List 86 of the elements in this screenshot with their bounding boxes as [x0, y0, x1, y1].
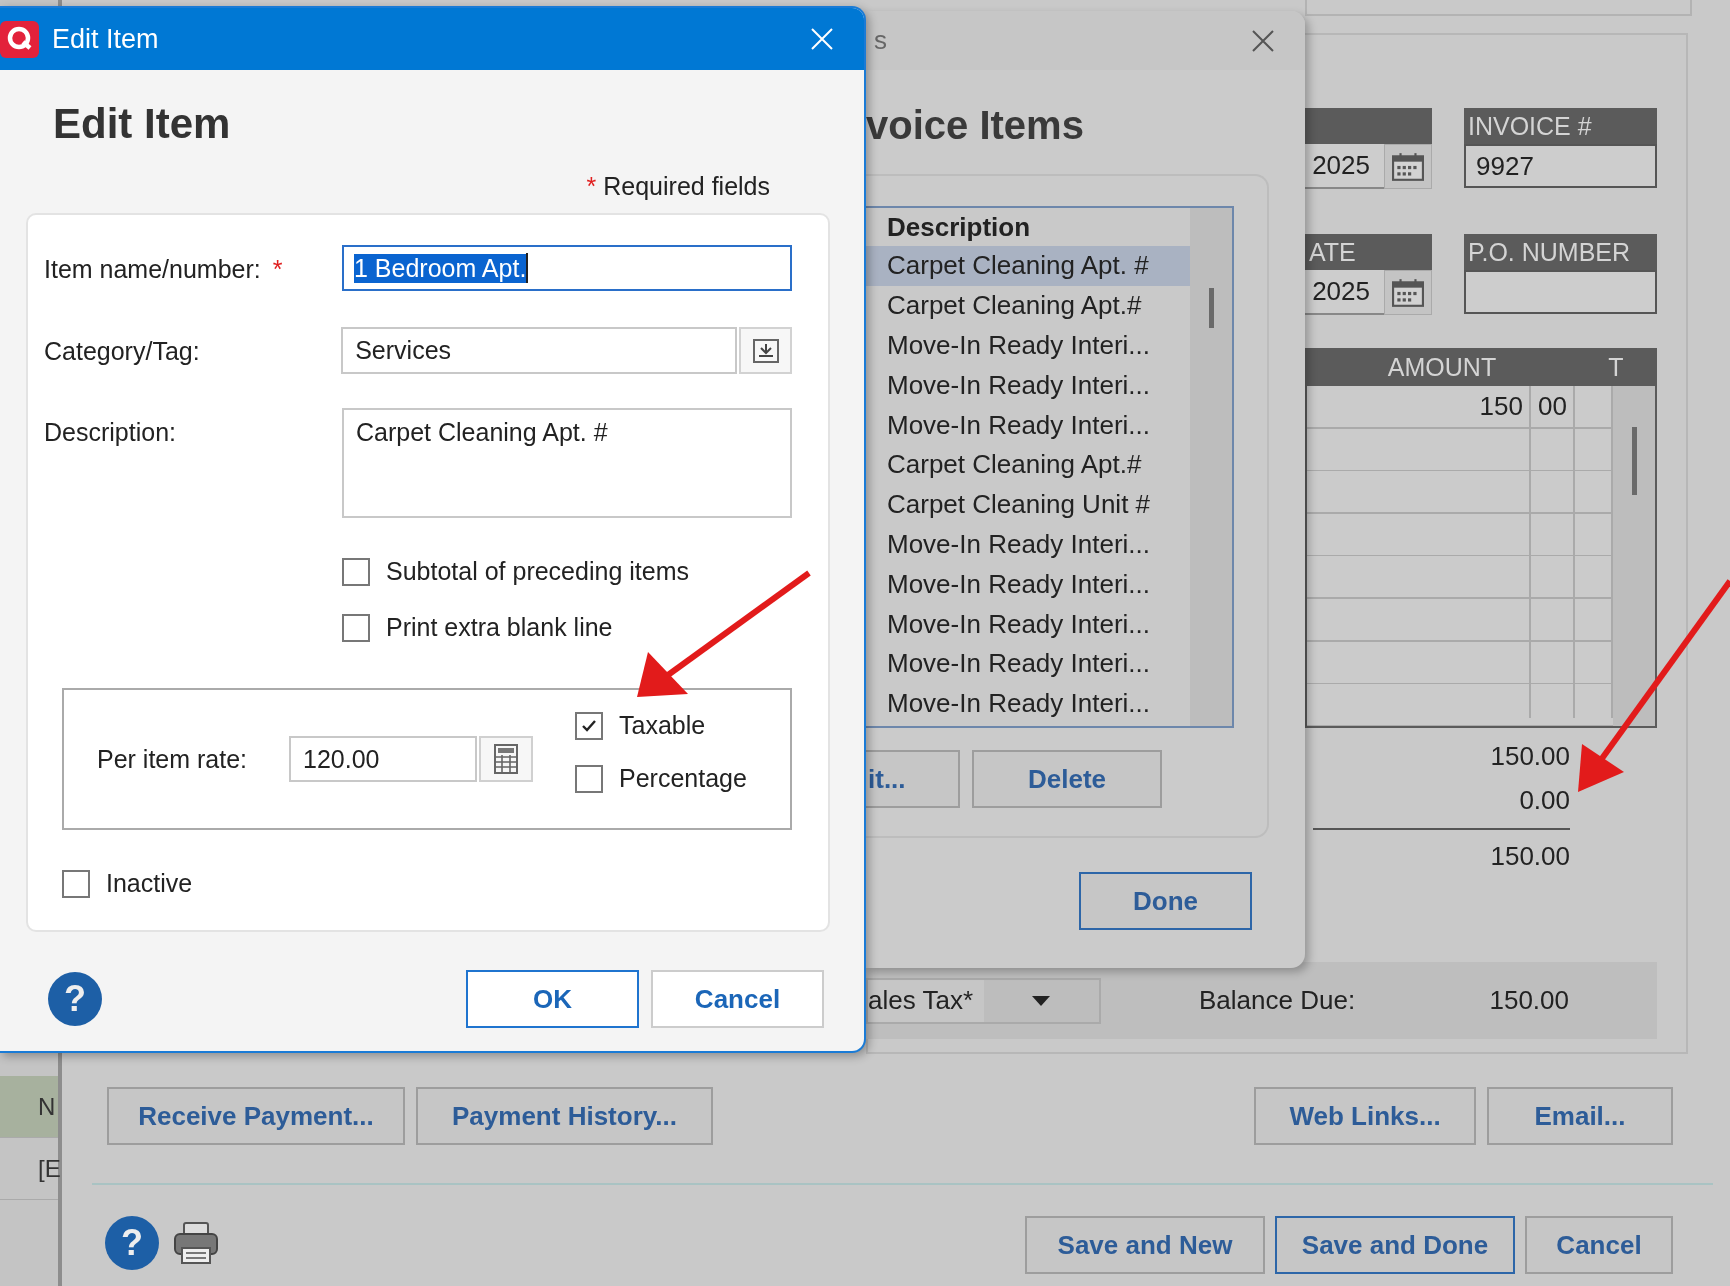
checkbox[interactable]	[575, 711, 603, 740]
required-note: * Required fields	[586, 172, 770, 201]
footer-button[interactable]: Save and Done	[1275, 1216, 1515, 1274]
action-button[interactable]: Payment History...	[416, 1087, 713, 1145]
total-amount: 150.00	[1490, 739, 1570, 773]
list-item[interactable]: Carpet Cleaning Unit #	[864, 484, 1190, 525]
required-mark: *	[272, 255, 283, 284]
field-header: P.O. NUMBER	[1464, 234, 1657, 270]
footer-button[interactable]: Cancel	[1525, 1216, 1673, 1274]
checkbox-label[interactable]: Subtotal of preceding items	[386, 557, 689, 586]
balance-label: Balance Due:	[1199, 985, 1357, 1016]
balance-value: 150.00	[1489, 985, 1569, 1016]
action-button[interactable]: Email...	[1487, 1087, 1673, 1145]
checkbox-label[interactable]: Taxable	[619, 711, 706, 740]
list-item[interactable]: Carpet Cleaning Apt. #	[864, 246, 1190, 286]
list-item[interactable]: Move-In Ready Interi...	[864, 524, 1190, 565]
column-header: AMOUNT	[1386, 352, 1498, 382]
category-button[interactable]	[739, 327, 792, 374]
tray-icon	[752, 338, 779, 363]
list-item[interactable]: Move-In Ready Interi...	[864, 564, 1190, 605]
description-field[interactable]: Carpet Cleaning Apt. #	[342, 408, 792, 518]
field-label: Category/Tag:	[44, 337, 200, 366]
caret-icon	[1032, 995, 1051, 1006]
list-item[interactable]: Move-In Ready Interi...	[864, 365, 1190, 406]
list-item[interactable]: Move-In Ready Interi...	[864, 683, 1190, 724]
checkbox[interactable]	[342, 557, 370, 586]
app-logo-icon	[0, 20, 39, 58]
close-icon[interactable]	[1251, 28, 1275, 53]
po-number-field[interactable]	[1464, 270, 1657, 314]
calendar-icon	[1392, 152, 1424, 181]
list-item[interactable]: Move-In Ready Interi...	[864, 325, 1190, 366]
dialog-heading: Edit Item	[53, 100, 232, 149]
date-field[interactable]: 2025	[1305, 270, 1384, 315]
window-title: s	[874, 25, 887, 56]
done-button[interactable]: Done	[1079, 872, 1252, 930]
list-button[interactable]: Delete	[972, 750, 1162, 808]
checkbox-label[interactable]: Print extra blank line	[386, 613, 613, 642]
field-label: Item name/number:	[44, 255, 261, 284]
date-field[interactable]: 2025	[1305, 144, 1384, 189]
field-label: Per item rate:	[97, 744, 249, 774]
total-amount: 0.00	[1519, 783, 1570, 817]
table-cell: 00	[1531, 386, 1575, 428]
column-header: Description	[886, 210, 1032, 244]
calculator-icon	[494, 744, 518, 774]
tax-dropdown[interactable]: ales Tax*	[866, 977, 1101, 1024]
help-button[interactable]: ?	[105, 1216, 159, 1270]
list-item[interactable]: Move-In Ready Interi...	[864, 604, 1190, 644]
printer-icon[interactable]	[173, 1222, 219, 1264]
dialog-button[interactable]: Cancel	[651, 970, 824, 1028]
field-header: INVOICE #	[1464, 108, 1657, 144]
list-row[interactable]: N	[0, 1076, 58, 1138]
scrollbar-thumb[interactable]	[1632, 427, 1637, 495]
checkbox[interactable]	[575, 764, 603, 793]
calendar-icon	[1392, 278, 1424, 307]
invoice-number-field[interactable]: 9927	[1464, 144, 1657, 188]
footer-button[interactable]: Save and New	[1025, 1216, 1265, 1274]
scrollbar[interactable]	[1190, 208, 1232, 726]
action-button[interactable]: Receive Payment...	[107, 1087, 405, 1145]
help-button[interactable]: ?	[48, 972, 102, 1026]
dialog-button[interactable]: OK	[466, 970, 639, 1028]
checkbox[interactable]	[62, 869, 90, 898]
calculator-button[interactable]	[479, 736, 533, 782]
checkbox-label[interactable]: Inactive	[106, 869, 193, 898]
scrollbar[interactable]	[1613, 386, 1655, 726]
list-item[interactable]: Move-In Ready Interi...	[864, 643, 1190, 684]
column-header: T	[1607, 352, 1625, 382]
window-title: Edit Item	[52, 23, 160, 55]
input-field[interactable]: 1 Bedroom Apt.	[342, 245, 792, 291]
category-field[interactable]: Services	[341, 327, 738, 374]
rate-field[interactable]: 120.00	[289, 736, 477, 782]
list-item[interactable]: Move-In Ready Interi...	[864, 405, 1190, 445]
list-item[interactable]: Carpet Cleaning Apt.#	[864, 445, 1190, 485]
field-label: Description:	[44, 418, 176, 447]
total-amount: 150.00	[1490, 839, 1570, 873]
scrollbar-thumb[interactable]	[1209, 288, 1214, 328]
checkbox[interactable]	[342, 613, 370, 642]
list-button[interactable]: it...	[864, 750, 960, 808]
calendar-button[interactable]	[1384, 144, 1432, 189]
calendar-button[interactable]	[1384, 270, 1432, 315]
checkbox-label[interactable]: Percentage	[619, 764, 747, 793]
dialog-heading: voice Items	[866, 103, 1085, 149]
list-item[interactable]: Carpet Cleaning Apt.#	[864, 285, 1190, 326]
field-header: ATE	[1305, 234, 1432, 270]
action-button[interactable]: Web Links...	[1254, 1087, 1476, 1145]
list-row[interactable]: [E	[0, 1138, 58, 1200]
table-cell: 150	[1307, 386, 1531, 428]
